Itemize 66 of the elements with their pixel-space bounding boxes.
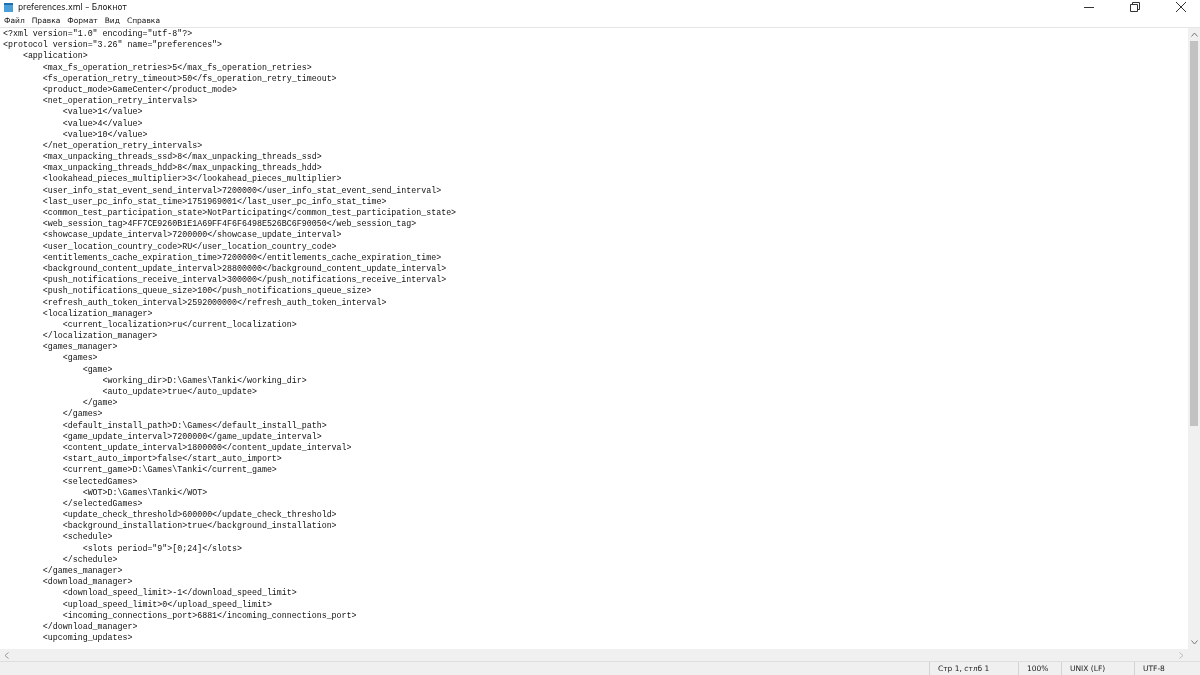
scroll-down-icon[interactable] — [1190, 640, 1198, 645]
code-line: <value>1</value> — [61, 106, 144, 118]
code-line: <fs_operation_retry_timeout>50</fs_operation_retry_timeout> — [41, 72, 338, 84]
code-line: <content_update_interval>1800000</content_update_interval> — [61, 441, 353, 454]
maximize-icon[interactable] — [1130, 2, 1140, 12]
code-line: <push_notifications_queue_size>100</push_notifications_queue_size> — [41, 285, 373, 297]
code-line: <download_manager> — [41, 576, 134, 588]
code-line: </selectedGames> — [61, 497, 144, 510]
scroll-up-icon[interactable] — [1190, 32, 1198, 37]
code-line: <localization_manager> — [41, 307, 154, 319]
code-line: <user_location_country_code>RU</user_location_country_code> — [41, 240, 338, 252]
code-line: <value>10</value> — [61, 128, 149, 140]
code-line: <games_manager> — [41, 341, 119, 353]
code-line: <max_unpacking_threads_ssd>8</max_unpacking_threads_ssd> — [41, 151, 323, 163]
code-line: </game> — [81, 397, 119, 409]
code-line: </games> — [61, 408, 104, 420]
scrollbar-thumb[interactable] — [1190, 41, 1198, 426]
code-line: <game> — [81, 363, 114, 375]
code-line: <product_mode>GameCenter</product_mode> — [41, 83, 238, 96]
code-line: <max_fs_operation_retries>5</max_fs_operation_retries> — [41, 61, 313, 73]
code-line: <background_installation>true</background_installation> — [61, 520, 338, 532]
scroll-right-icon[interactable] — [1179, 651, 1184, 659]
code-line: <value>4</value> — [61, 117, 144, 129]
code-line: <net_operation_retry_intervals> — [41, 95, 199, 107]
code-line: <?xml version="1.0" encoding="utf-8"?> — [3, 28, 194, 40]
code-line: <default_install_path>D:\Games</default_install_path> — [61, 419, 328, 431]
code-line: <games> — [61, 352, 99, 364]
code-line: <user_info_stat_event_send_interval>7200000</user_info_stat_event_send_interval> — [41, 184, 443, 196]
code-line: <auto_update>true</auto_update> — [101, 386, 258, 398]
code-line: <web_session_tag>4FF7CE9260B1E1A69FF4F6F6498E526BC6F90050</web_session_tag> — [41, 218, 418, 230]
code-line: <showcase_update_interval>7200000</showcase_update_interval> — [41, 229, 343, 241]
code-line: <current_game>D:\Games\Tanki</current_game> — [61, 464, 278, 476]
vertical-scrollbar[interactable] — [1188, 28, 1200, 649]
code-line: <WOT>D:\Games\Tanki</WOT> — [81, 486, 209, 498]
code-line: <schedule> — [61, 531, 114, 543]
code-line: <update_check_threshold>600000</update_check_threshold> — [61, 509, 338, 521]
code-line: <current_localization>ru</current_localization> — [61, 318, 298, 331]
code-line: <refresh_auth_token_interval>2592000000</refresh_auth_token_interval> — [41, 296, 388, 308]
notepad-icon — [3, 1, 14, 13]
code-line: </download_manager> — [41, 620, 139, 633]
code-line: <push_notifications_receive_interval>300000</push_notifications_receive_interval> — [41, 274, 448, 286]
code-line: <slots period="9">[0;24]</slots> — [81, 542, 243, 554]
code-line: </schedule> — [61, 553, 119, 565]
code-line: <selectedGames> — [61, 475, 139, 487]
code-line: <last_user_pc_info_stat_time>1751969001</last_user_pc_info_stat_time> — [41, 195, 388, 207]
code-line: <download_speed_limit>-1</download_speed_limit> — [61, 587, 298, 599]
code-line: <working_dir>D:\Games\Tanki</working_dir> — [101, 374, 308, 386]
code-line: <upload_speed_limit>0</upload_speed_limit> — [61, 598, 273, 610]
code-line: <start_auto_import>false</start_auto_import> — [61, 453, 283, 465]
close-icon[interactable] — [1176, 2, 1186, 12]
code-line: <incoming_connections_port>6881</incoming_connections_port> — [61, 609, 358, 621]
code-line: <protocol version="3.26" name="preferences"> — [3, 39, 224, 51]
horizontal-scrollbar[interactable] — [0, 649, 1200, 661]
code-line: <max_unpacking_threads_hdd>8</max_unpacking_threads_hdd> — [41, 162, 323, 174]
code-line: <entitlements_cache_expiration_time>7200000</entitlements_cache_expiration_time> — [41, 251, 443, 263]
code-line: <common_test_participation_state>NotParticipating</common_test_participation_state> — [41, 207, 458, 219]
code-line: </games_manager> — [41, 565, 124, 577]
scroll-left-icon[interactable] — [4, 651, 9, 659]
window-title: preferences.xml – Блокнот — [18, 2, 127, 12]
code-line: </localization_manager> — [41, 330, 159, 342]
code-line: <background_content_update_interval>28800000</background_content_update_interval> — [41, 262, 448, 275]
code-line: <upcoming_updates> — [41, 632, 134, 644]
code-line: <lookahead_pieces_multiplier>3</lookahead_pieces_multiplier> — [41, 173, 343, 185]
code-line: <game_update_interval>7200000</game_update_interval> — [61, 430, 323, 442]
code-line: </net_operation_retry_intervals> — [41, 139, 204, 152]
code-line: <application> — [21, 50, 89, 62]
